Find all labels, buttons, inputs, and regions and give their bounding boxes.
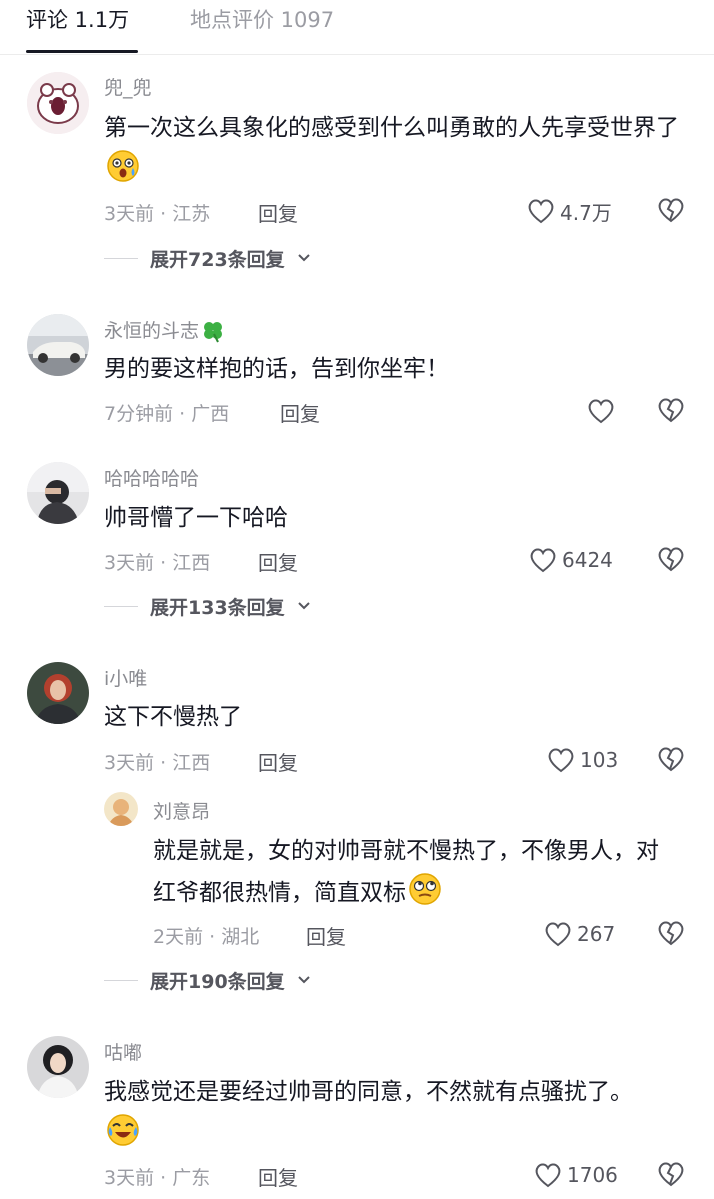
broken-heart-icon bbox=[658, 398, 684, 423]
chevron-down-icon bbox=[297, 976, 310, 984]
tab-comments[interactable]: 评论 1.1万 bbox=[26, 4, 129, 34]
tab-place-reviews[interactable]: 地点评价 1097 bbox=[190, 4, 334, 34]
divider-line bbox=[104, 257, 138, 259]
comment-username[interactable]: 永恒的斗志 bbox=[104, 316, 225, 348]
clover-emoji bbox=[201, 319, 225, 348]
heart-icon bbox=[548, 748, 574, 773]
avatar[interactable] bbox=[27, 1036, 89, 1098]
comment-tabs: 评论 1.1万 地点评价 1097 bbox=[0, 0, 714, 55]
like-button[interactable]: 267 bbox=[543, 919, 615, 949]
comment-username[interactable]: 咕嘟 bbox=[104, 1038, 142, 1065]
heart-icon bbox=[588, 399, 614, 424]
like-button[interactable]: 1706 bbox=[533, 1160, 618, 1190]
reply-button[interactable]: 回复 bbox=[258, 1162, 298, 1191]
like-button[interactable]: 103 bbox=[546, 745, 618, 775]
divider-line bbox=[104, 979, 138, 981]
comment-meta: 7分钟前 · 广西 bbox=[104, 403, 230, 425]
comment-meta: 3天前 · 江西 bbox=[104, 752, 211, 774]
reply-button[interactable]: 回复 bbox=[258, 747, 298, 776]
avatar[interactable] bbox=[27, 72, 89, 134]
heart-icon bbox=[545, 922, 571, 947]
avatar[interactable] bbox=[27, 662, 89, 724]
chevron-down-icon bbox=[297, 602, 310, 610]
reply-button[interactable]: 回复 bbox=[280, 398, 320, 427]
reply-meta: 2天前 · 湖北 bbox=[153, 926, 260, 948]
eye-roll-emoji bbox=[408, 872, 442, 920]
reply-button[interactable]: 回复 bbox=[258, 198, 298, 227]
comment-text: 帅哥懵了一下哈哈 bbox=[104, 505, 288, 531]
expand-replies-button[interactable]: 展开190条回复 bbox=[104, 965, 311, 995]
avatar[interactable] bbox=[104, 792, 138, 826]
comment-username[interactable]: 哈哈哈哈哈 bbox=[104, 464, 199, 491]
divider-line bbox=[104, 605, 138, 607]
heart-icon bbox=[530, 548, 556, 573]
comment-meta: 3天前 · 广东 bbox=[104, 1167, 211, 1189]
broken-heart-icon bbox=[658, 1162, 684, 1187]
heart-icon bbox=[535, 1163, 561, 1188]
avatar[interactable] bbox=[27, 462, 89, 524]
broken-heart-icon bbox=[658, 547, 684, 572]
dislike-button[interactable] bbox=[656, 196, 686, 226]
chevron-down-icon bbox=[297, 254, 310, 262]
like-count: 1706 bbox=[567, 1163, 618, 1187]
like-button[interactable]: 6424 bbox=[528, 545, 613, 575]
like-count: 267 bbox=[577, 922, 616, 946]
like-count: 4.7万 bbox=[560, 200, 612, 225]
like-count: 103 bbox=[580, 748, 619, 772]
broken-heart-icon bbox=[658, 921, 684, 946]
reply-username[interactable]: 刘意昂 bbox=[153, 797, 210, 824]
comment-username[interactable]: i小唯 bbox=[104, 664, 147, 691]
comment-text: 第一次这么具象化的感受到什么叫勇敢的人先享受世界了 bbox=[104, 107, 694, 197]
reply-button[interactable]: 回复 bbox=[258, 547, 298, 576]
reply-text: 就是就是，女的对帅哥就不慢热了，不像男人，对红爷都很热情，简直双标 bbox=[153, 830, 673, 920]
crying-laughing-emoji bbox=[106, 1113, 140, 1161]
dislike-button[interactable] bbox=[656, 396, 686, 426]
comment-text: 男的要这样抱的话，告到你坐牢！ bbox=[104, 356, 449, 382]
expand-replies-button[interactable]: 展开723条回复 bbox=[104, 243, 311, 273]
dislike-button[interactable] bbox=[656, 919, 686, 949]
expand-replies-button[interactable]: 展开133条回复 bbox=[104, 591, 311, 621]
avatar[interactable] bbox=[27, 314, 89, 376]
reply-button[interactable]: 回复 bbox=[306, 921, 346, 950]
active-tab-indicator bbox=[26, 50, 138, 53]
heart-icon bbox=[528, 199, 554, 224]
like-count: 6424 bbox=[562, 548, 613, 572]
dislike-button[interactable] bbox=[656, 1160, 686, 1190]
comment-text: 这下不慢热了 bbox=[104, 704, 242, 730]
comment-meta: 3天前 · 江苏 bbox=[104, 203, 211, 225]
surprised-face-emoji bbox=[106, 149, 140, 197]
broken-heart-icon bbox=[658, 747, 684, 772]
comment-text: 我感觉还是要经过帅哥的同意，不然就有点骚扰了。 bbox=[104, 1071, 664, 1161]
broken-heart-icon bbox=[658, 198, 684, 223]
like-button[interactable] bbox=[586, 396, 620, 426]
like-button[interactable]: 4.7万 bbox=[526, 196, 612, 226]
comment-meta: 3天前 · 江西 bbox=[104, 552, 211, 574]
dislike-button[interactable] bbox=[656, 745, 686, 775]
comment-username[interactable]: 兜_兜 bbox=[104, 73, 152, 100]
dislike-button[interactable] bbox=[656, 545, 686, 575]
